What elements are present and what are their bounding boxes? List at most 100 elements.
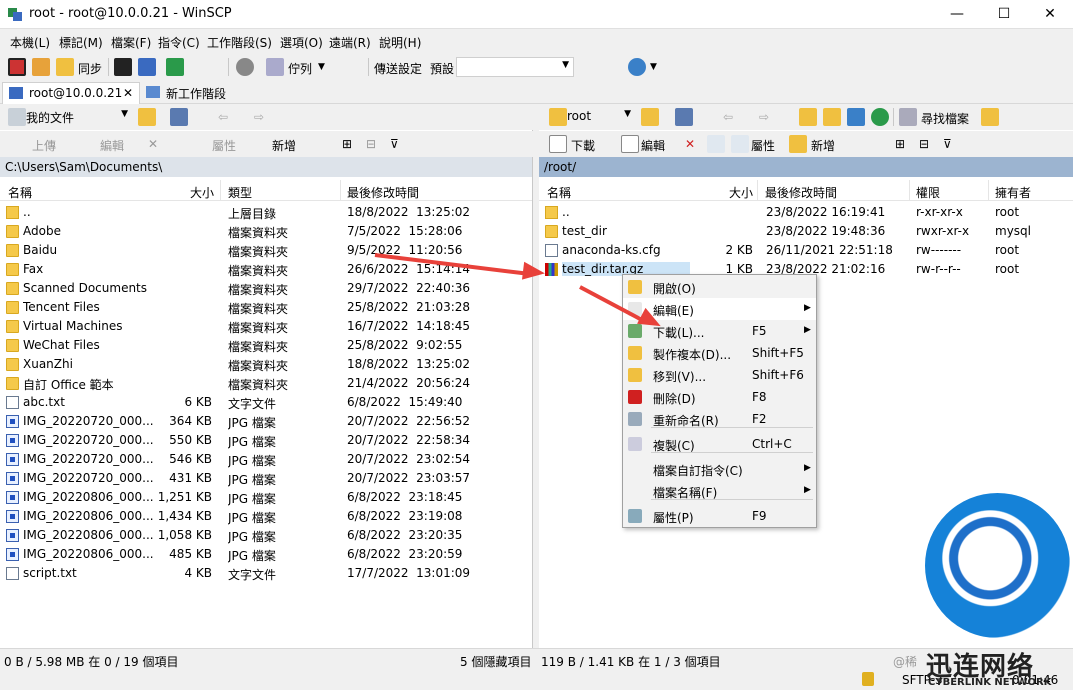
menu-commands[interactable]: 指令(C) — [158, 34, 200, 51]
forward-arrow-icon[interactable]: ⇨ — [759, 110, 769, 124]
menu-remote[interactable]: 遠端(R) — [329, 34, 371, 51]
tab-close-icon[interactable]: ✕ — [123, 86, 133, 100]
new-folder-icon[interactable] — [789, 135, 807, 153]
tab-session-root[interactable]: root@10.0.0.21 ✕ — [2, 82, 140, 104]
select-filter-icon[interactable]: ⊽ — [943, 137, 952, 151]
select-minus-icon[interactable]: ⊟ — [366, 137, 376, 151]
open-folder-icon[interactable] — [641, 108, 659, 126]
filter-icon[interactable] — [170, 108, 188, 126]
table-row[interactable]: IMG_20220806_000... 485 KB JPG 檔案 6/8/2022 … — [0, 545, 532, 564]
queue-icon[interactable] — [266, 58, 284, 76]
table-row[interactable]: test_dir 23/8/2022 19:48:36 rwxr-xr-x mysql — [539, 222, 1073, 241]
refresh-icon[interactable] — [166, 58, 184, 76]
home-icon[interactable] — [847, 108, 865, 126]
col-modified[interactable]: 最後修改時間 — [347, 184, 419, 201]
table-row[interactable]: Scanned Documents 檔案資料夾 29/7/2022 22:40:36 — [0, 279, 532, 298]
open-folder-icon[interactable] — [138, 108, 156, 126]
find-files-icon[interactable] — [899, 108, 917, 126]
col-size[interactable]: 大小 — [190, 184, 214, 201]
hidden-items-status[interactable]: 5 個隱藏項目 — [460, 653, 531, 670]
menu-session[interactable]: 工作階段(S) — [207, 34, 272, 51]
table-row[interactable]: .. 上層目錄 18/8/2022 13:25:02 — [0, 203, 532, 222]
menu-help[interactable]: 說明(H) — [379, 34, 421, 51]
transfer-settings-value[interactable]: 預設 — [430, 60, 454, 77]
menu-options[interactable]: 選項(O) — [280, 34, 323, 51]
queue-label[interactable]: 佇列 — [288, 60, 312, 77]
download-icon[interactable] — [549, 135, 567, 153]
download-button[interactable]: 下載 — [571, 137, 595, 154]
table-row[interactable]: IMG_20220720_000... 431 KB JPG 檔案 20/7/2022… — [0, 469, 532, 488]
column-divider[interactable] — [909, 180, 910, 201]
context-menu-item[interactable]: 開啟(O) — [623, 276, 816, 298]
table-row[interactable]: anaconda-ks.cfg 2 KB 26/11/2021 22:51:18 rw… — [539, 241, 1073, 260]
table-row[interactable]: XuanZhi 檔案資料夾 18/8/2022 13:25:02 — [0, 355, 532, 374]
select-plus-icon[interactable]: ⊞ — [895, 137, 905, 151]
parent-dir-icon[interactable] — [799, 108, 817, 126]
local-properties-button[interactable]: 屬性 — [212, 137, 236, 154]
transfer-settings-select[interactable]: ▼ — [456, 57, 574, 77]
local-location-select[interactable]: 我的文件 ▼ — [22, 107, 132, 127]
putty-icon[interactable] — [138, 58, 156, 76]
table-row[interactable]: Adobe 檔案資料夾 7/5/2022 15:28:06 — [0, 222, 532, 241]
table-row[interactable]: IMG_20220720_000... 550 KB JPG 檔案 20/7/2022… — [0, 431, 532, 450]
sync-icon[interactable] — [56, 58, 74, 76]
table-row[interactable]: IMG_20220806_000... 1,251 KB JPG 檔案 6/8/202… — [0, 488, 532, 507]
compare-dirs-icon[interactable] — [8, 58, 26, 76]
select-minus-icon[interactable]: ⊟ — [919, 137, 929, 151]
sync-label[interactable]: 同步 — [78, 60, 102, 77]
local-edit-button[interactable]: 編輯 — [100, 137, 124, 154]
find-files-button[interactable]: 尋找檔案 — [921, 110, 969, 127]
select-filter-icon[interactable]: ⊽ — [390, 137, 399, 151]
remote-new-button[interactable]: 新增 — [811, 137, 835, 154]
rename-icon[interactable] — [707, 135, 725, 153]
gear-icon[interactable] — [236, 58, 254, 76]
remote-properties-button[interactable]: 屬性 — [751, 137, 775, 154]
maximize-button[interactable]: ☐ — [981, 0, 1027, 29]
column-divider[interactable] — [988, 180, 989, 201]
close-button[interactable]: ✕ — [1027, 0, 1073, 29]
context-menu-item[interactable]: 檔案自訂指令(C) ▶ — [623, 458, 816, 480]
local-path-bar[interactable]: C:\Users\Sam\Documents\ — [0, 157, 532, 177]
col-size[interactable]: 大小 — [729, 184, 753, 201]
column-divider[interactable] — [757, 180, 758, 201]
minimize-button[interactable]: — — [934, 0, 980, 29]
menu-local[interactable]: 本機(L) — [10, 34, 50, 51]
table-row[interactable]: IMG_20220806_000... 1,434 KB JPG 檔案 6/8/202… — [0, 507, 532, 526]
col-name[interactable]: 名稱 — [8, 184, 32, 201]
tab-new-session[interactable]: 新工作階段 — [142, 82, 238, 104]
col-name[interactable]: 名稱 — [547, 184, 571, 201]
table-row[interactable]: WeChat Files 檔案資料夾 25/8/2022 9:02:55 — [0, 336, 532, 355]
table-row[interactable]: 自訂 Office 範本 檔案資料夾 21/4/2022 20:56:24 — [0, 374, 532, 393]
table-row[interactable]: Baidu 檔案資料夾 9/5/2022 11:20:56 — [0, 241, 532, 260]
table-row[interactable]: Virtual Machines 檔案資料夾 16/7/2022 14:18:45 — [0, 317, 532, 336]
forward-arrow-icon[interactable]: ⇨ — [254, 110, 264, 124]
table-row[interactable]: IMG_20220720_000... 364 KB JPG 檔案 20/7/2022… — [0, 412, 532, 431]
globe-icon[interactable] — [628, 58, 646, 76]
remote-edit-button[interactable]: 編輯 — [641, 137, 665, 154]
column-divider[interactable] — [220, 180, 221, 201]
context-menu-item[interactable]: 移到(V)... Shift+F6 — [623, 364, 816, 386]
col-permissions[interactable]: 權限 — [916, 184, 940, 201]
terminal-icon[interactable] — [114, 58, 132, 76]
table-row[interactable]: IMG_20220806_000... 1,058 KB JPG 檔案 6/8/202… — [0, 526, 532, 545]
queue-dropdown-icon[interactable]: ▼ — [318, 62, 325, 72]
upload-button[interactable]: 上傳 — [32, 137, 56, 154]
refresh-icon[interactable] — [871, 108, 889, 126]
back-arrow-icon[interactable]: ⇦ — [723, 110, 733, 124]
table-row[interactable]: Tencent Files 檔案資料夾 25/8/2022 21:03:28 — [0, 298, 532, 317]
table-row[interactable]: .. 23/8/2022 16:19:41 r-xr-xr-x root — [539, 203, 1073, 222]
local-new-button[interactable]: 新增 — [272, 137, 296, 154]
context-menu-item[interactable]: 刪除(D) F8 — [623, 386, 816, 408]
col-modified[interactable]: 最後修改時間 — [765, 184, 837, 201]
table-row[interactable]: script.txt 4 KB 文字文件 17/7/2022 13:01:09 — [0, 564, 532, 583]
sync-browse-icon[interactable] — [32, 58, 50, 76]
context-menu-item[interactable]: 製作複本(D)... Shift+F5 — [623, 342, 816, 364]
col-type[interactable]: 類型 — [228, 184, 252, 201]
menu-files[interactable]: 檔案(F) — [111, 34, 151, 51]
table-row[interactable]: abc.txt 6 KB 文字文件 6/8/2022 15:49:40 — [0, 393, 532, 412]
column-divider[interactable] — [340, 180, 341, 201]
back-arrow-icon[interactable]: ⇦ — [218, 110, 228, 124]
root-dir-icon[interactable] — [823, 108, 841, 126]
select-plus-icon[interactable]: ⊞ — [342, 137, 352, 151]
remote-location-select[interactable]: root ▼ — [563, 107, 635, 127]
